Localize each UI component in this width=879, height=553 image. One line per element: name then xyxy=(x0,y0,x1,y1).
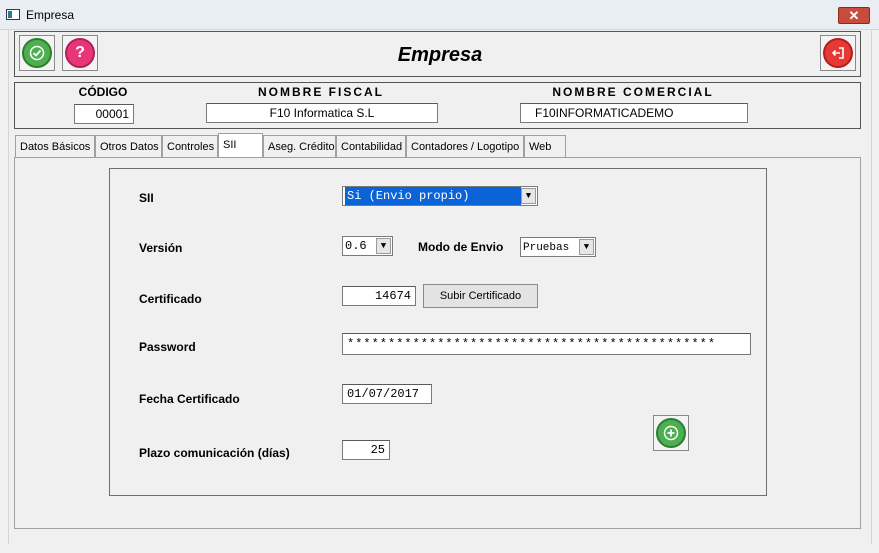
fiscal-name-field[interactable]: F10 Informatica S.L xyxy=(206,103,438,123)
send-mode-select[interactable]: Pruebas ▼ xyxy=(520,237,596,257)
send-mode-label: Modo de Envio xyxy=(418,240,504,254)
app-icon xyxy=(6,9,20,20)
tab-datos-basicos[interactable]: Datos Básicos xyxy=(15,135,95,157)
code-label: CÓDIGO xyxy=(78,85,128,99)
sii-select[interactable]: Si (Envio propio) ▼ xyxy=(342,186,538,206)
tab-contadores-logotipo[interactable]: Contadores / Logotipo xyxy=(406,135,524,157)
exit-button[interactable] xyxy=(820,35,856,71)
certificate-date-field[interactable]: 01/07/2017 xyxy=(342,384,432,404)
exit-icon xyxy=(823,38,853,68)
fiscal-name-label: NOMBRE FISCAL xyxy=(258,85,384,99)
chevron-down-icon: ▼ xyxy=(521,188,536,204)
tab-controles[interactable]: Controles xyxy=(162,135,218,157)
page-title: Empresa xyxy=(397,44,483,66)
tab-web[interactable]: Web xyxy=(524,135,566,157)
version-select-value: 0.6 xyxy=(345,239,367,253)
tab-otros-datos[interactable]: Otros Datos xyxy=(95,135,162,157)
check-circle-icon xyxy=(22,38,52,68)
tab-contabilidad[interactable]: Contabilidad xyxy=(336,135,406,157)
upload-certificate-button[interactable]: Subir Certificado xyxy=(423,284,538,308)
plus-circle-icon xyxy=(656,418,686,448)
chevron-down-icon: ▼ xyxy=(579,239,594,255)
password-field[interactable]: ****************************************… xyxy=(342,333,751,355)
term-field[interactable]: 25 xyxy=(342,440,390,460)
tab-sii[interactable]: SII xyxy=(218,133,263,158)
version-select[interactable]: 0.6 ▼ xyxy=(342,236,393,256)
title-bar xyxy=(0,0,879,30)
term-label: Plazo comunicación (días) xyxy=(139,446,290,460)
commercial-name-field[interactable]: F10INFORMATICADEMO xyxy=(520,103,748,123)
chevron-down-icon: ▼ xyxy=(376,238,391,254)
window-title: Empresa xyxy=(26,8,75,22)
commercial-name-label: NOMBRE COMERCIAL xyxy=(552,85,714,99)
help-button[interactable]: ? xyxy=(62,35,98,71)
sii-label: SII xyxy=(139,191,154,205)
sii-select-value: Si (Envio propio) xyxy=(345,187,521,205)
send-mode-select-value: Pruebas xyxy=(523,242,570,254)
accept-button[interactable] xyxy=(19,35,55,71)
close-button[interactable]: ✕ xyxy=(838,7,870,24)
password-label: Password xyxy=(139,340,196,354)
add-button[interactable] xyxy=(653,415,689,451)
certificate-label: Certificado xyxy=(139,292,202,306)
version-label: Versión xyxy=(139,241,183,255)
code-field[interactable]: 00001 xyxy=(74,104,134,124)
tab-aseg-credito[interactable]: Aseg. Crédito xyxy=(263,135,336,157)
certificate-date-label: Fecha Certificado xyxy=(139,392,240,406)
help-circle-icon: ? xyxy=(65,38,95,68)
certificate-field[interactable]: 14674 xyxy=(342,286,416,306)
